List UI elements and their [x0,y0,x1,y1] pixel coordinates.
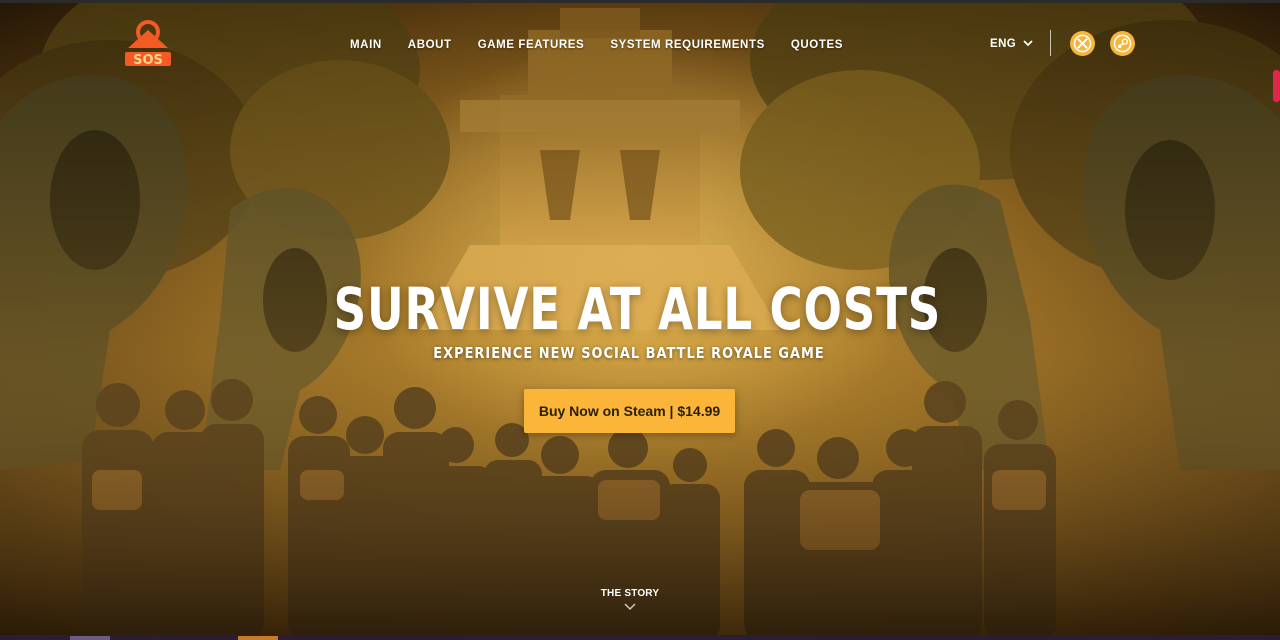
main-nav: MAIN ABOUT GAME FEATURES SYSTEM REQUIREM… [337,36,856,54]
site-header: SOS MAIN ABOUT GAME FEATURES SYSTEM REQU… [0,0,1280,90]
nav-item-game-features[interactable]: GAME FEATURES [465,36,598,54]
scroll-indicator[interactable] [1273,70,1280,102]
chevron-down-icon [1022,37,1034,52]
sos-logo[interactable]: SOS [122,18,174,70]
sos-logo-icon: SOS [125,20,171,68]
landing-page: SOS MAIN ABOUT GAME FEATURES SYSTEM REQU… [0,0,1280,640]
bottom-strip-marker [238,636,278,640]
nav-item-main[interactable]: MAIN [337,36,395,54]
steam-icon[interactable] [1110,31,1135,56]
the-story-link[interactable]: THE STORY [580,588,680,624]
nav-item-system-requirements[interactable]: SYSTEM REQUIREMENTS [597,36,778,54]
bottom-strip [0,635,1280,640]
buy-now-steam-button[interactable]: Buy Now on Steam | $14.99 [524,389,735,433]
header-divider [1050,30,1051,56]
hero-title: SURVIVE AT ALL COSTS [333,275,942,343]
bottom-strip-marker [70,636,110,640]
xbox-icon[interactable] [1070,31,1095,56]
logo-text: SOS [133,53,163,68]
nav-item-about[interactable]: ABOUT [395,36,465,54]
hero-subtitle: EXPERIENCE NEW SOCIAL BATTLE ROYALE GAME [433,344,825,362]
language-label: ENG [990,38,1017,50]
language-selector[interactable]: ENG [990,34,1034,54]
nav-item-quotes[interactable]: QUOTES [778,36,856,54]
story-label: THE STORY [600,588,660,599]
chevron-down-icon [623,599,637,616]
